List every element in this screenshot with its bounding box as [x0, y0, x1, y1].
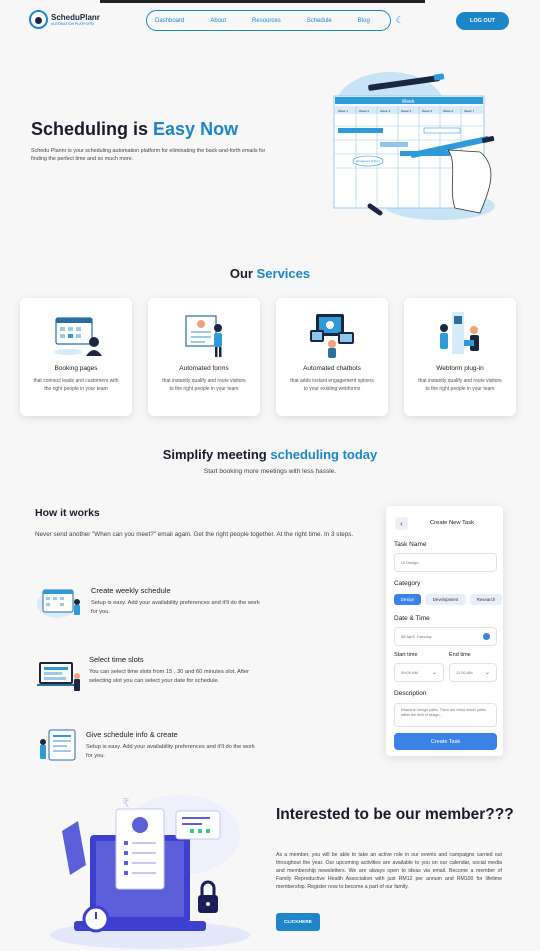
task-name-input[interactable]: UI Design [394, 553, 497, 572]
nav-about[interactable]: About [210, 18, 226, 24]
time-slots-icon [37, 662, 80, 691]
category-research-chip[interactable]: Research [470, 594, 502, 605]
nav-resources[interactable]: Resources [252, 18, 281, 24]
chevron-down-icon: ⌄ [484, 670, 490, 676]
calendar-people-icon [54, 317, 102, 356]
service-card-webform[interactable]: Webform plug-in that instantly qualify a… [404, 298, 516, 416]
calendar-icon[interactable] [483, 633, 490, 640]
service-name: Automated forms [179, 365, 229, 372]
step-2-desc: You can select time slots from 15 , 30 a… [89, 669, 250, 684]
step-2-title: Select time slots [89, 655, 144, 664]
hero-illustration: Week Week 1 Week 2 Week 3 Week 4 Week 5 … [333, 72, 495, 220]
art-bubble: Management Platform [356, 160, 381, 163]
task-name-label: Task Name [394, 541, 427, 548]
simplify-subtitle: Start booking more meetings with less ha… [203, 468, 337, 475]
top-dark-bar [100, 0, 425, 3]
service-desc: that instantly qualify and route visitor… [418, 378, 502, 392]
svg-text:₹: ₹ [122, 796, 130, 810]
art-col-5: Week 5 [422, 109, 432, 113]
start-time-select[interactable]: 09:00 AM ⌄ [394, 663, 444, 682]
moon-icon[interactable]: ☾ [396, 15, 404, 26]
service-card-booking[interactable]: Booking pages that connect leads and cus… [20, 298, 132, 416]
description-label: Description [394, 690, 427, 697]
art-col-6: Week 6 [443, 109, 453, 113]
art-col-3: Week 3 [380, 109, 390, 113]
step-3-desc: Setup is easy. Add your availability pre… [86, 744, 255, 759]
simplify-title-highlight: scheduling today [270, 447, 378, 462]
chevron-down-icon: ⌄ [431, 670, 437, 676]
service-name: Automated chatbots [303, 365, 361, 372]
how-it-works-title: How it works [35, 507, 100, 519]
step-3-title: Give schedule info & create [86, 730, 178, 739]
service-desc: that instantly qualify and route visitor… [162, 378, 246, 392]
plugin-team-icon [440, 312, 479, 354]
service-desc: that connect leads and customers with th… [33, 378, 119, 392]
art-col-4: Week 4 [401, 109, 411, 113]
logo-text-block: ScheduPlanr AUTOMATION PLATFORM [51, 12, 100, 26]
service-card-chatbots[interactable]: Automated chatbots that adds instant eng… [276, 298, 388, 416]
date-value: 08 April, Tuesday [401, 634, 432, 639]
hero-description: Schedu Plannr is your scheduling automat… [31, 148, 266, 162]
hero-title-highlight: Easy Now [153, 119, 239, 139]
logo-tagline: AUTOMATION PLATFORM [51, 21, 94, 26]
step-1-title: Create weekly schedule [91, 586, 171, 595]
main-nav: Dashboard About Resources Schedule Blog … [146, 10, 404, 31]
services-title-highlight: Services [256, 266, 311, 281]
click-here-button[interactable]: CLICKHERE [276, 913, 320, 931]
service-desc: that adds instant engagement options to … [290, 378, 374, 392]
services-title: Our Services [0, 266, 540, 281]
category-design-chip[interactable]: Design [394, 594, 421, 605]
category-label: Category [394, 580, 421, 587]
nav-blog[interactable]: Blog [358, 18, 370, 24]
end-time-select[interactable]: 11:00 AM ⌄ [449, 663, 497, 682]
member-illustration: ₹ [50, 795, 250, 949]
simplify-title: Simplify meeting scheduling today [0, 447, 540, 462]
datetime-label: Date & Time [394, 615, 430, 622]
service-card-forms[interactable]: Automated forms that instantly qualify a… [148, 298, 260, 416]
hero-title-prefix: Scheduling is [31, 119, 154, 139]
service-name: Booking pages [54, 365, 98, 372]
nav-schedule[interactable]: Schedule [307, 18, 332, 24]
start-time-label: Start time [394, 652, 418, 658]
logo[interactable]: ScheduPlanr AUTOMATION PLATFORM [29, 10, 100, 29]
art-col-7: Week 7 [464, 109, 474, 113]
how-it-works-desc: Never send another "When can you meet?" … [35, 531, 354, 538]
hero-title: Scheduling is Easy Now [31, 119, 238, 140]
logo-icon [29, 10, 48, 29]
end-time-value: 11:00 AM [456, 670, 473, 675]
description-textarea[interactable]: Research design paths. There are many ne… [394, 703, 497, 727]
simplify-title-prefix: Simplify meeting [162, 447, 271, 462]
logout-button[interactable]: LOG OUT [456, 12, 509, 30]
date-input[interactable]: 08 April, Tuesday [394, 627, 497, 646]
weekly-schedule-icon [37, 589, 80, 618]
chat-screens-icon [310, 314, 354, 358]
back-button[interactable]: ‹ [395, 517, 408, 530]
services-title-prefix: Our [229, 266, 257, 281]
create-task-button[interactable]: Create Task [394, 733, 497, 750]
member-title: Interested to be our member??? [276, 806, 514, 823]
art-week-header: Week [402, 99, 415, 105]
end-time-label: End time [449, 652, 471, 658]
task-panel-title: Create New Task [429, 520, 475, 526]
art-col-1: Week 1 [338, 109, 348, 113]
category-development-chip[interactable]: Development [425, 594, 466, 605]
art-col-2: Week 2 [359, 109, 369, 113]
form-board-icon [185, 315, 222, 357]
service-name: Webform plug-in [436, 365, 484, 372]
start-time-value: 09:00 AM [401, 670, 418, 675]
step-1-desc: Setup is easy. Add your availability pre… [91, 600, 260, 615]
schedule-info-icon [40, 729, 76, 761]
nav-dashboard[interactable]: Dashboard [155, 18, 184, 24]
logo-name: ScheduPlanr [51, 12, 100, 22]
member-description: As a member, you will be able to take an… [276, 852, 502, 890]
